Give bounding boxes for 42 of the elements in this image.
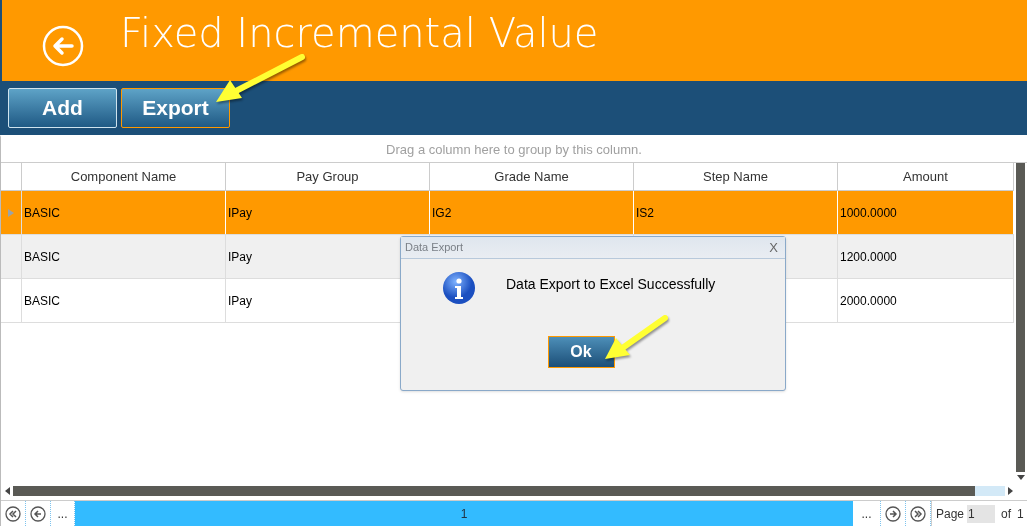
ellipsis-button[interactable]: ... (57, 504, 68, 523)
ok-button[interactable]: Ok (547, 336, 615, 368)
group-hint: Drag a column here to group by this column. (1, 137, 1027, 163)
scroll-left-icon[interactable] (5, 487, 10, 495)
table-row[interactable]: BASIC IPay IG2 IS2 1000.0000 (1, 191, 1014, 235)
page-title: Fixed Incremental Value (120, 12, 599, 53)
table-cell-text: 1000.0000 (840, 204, 897, 222)
page-number-field[interactable]: 1 (967, 504, 996, 523)
total-pages: 1 (1017, 505, 1024, 523)
page-label: Page (936, 505, 965, 523)
close-button[interactable]: X (766, 237, 781, 258)
first-page-icon[interactable] (5, 505, 21, 522)
vertical-scrollbar[interactable] (1016, 163, 1025, 472)
column-header[interactable]: Amount (838, 163, 1014, 190)
table-cell-text: IPay (228, 204, 252, 222)
toolbar-button[interactable]: Add (8, 88, 117, 128)
table-cell-text: BASIC (24, 248, 60, 266)
table-cell-text: 1200.0000 (840, 248, 897, 266)
info-icon (442, 271, 476, 305)
column-header[interactable]: Component Name (22, 163, 226, 190)
column-header[interactable]: Grade Name (430, 163, 634, 190)
last-page-icon[interactable] (910, 505, 926, 522)
next-page-icon[interactable] (885, 505, 901, 522)
table-cell-text: 2000.0000 (840, 292, 897, 310)
ellipsis-button[interactable]: ... (861, 504, 872, 523)
page-button[interactable]: 1 (75, 501, 853, 526)
horizontal-scrollbar[interactable] (13, 486, 1005, 496)
column-header[interactable]: Pay Group (226, 163, 430, 190)
column-header[interactable]: Step Name (634, 163, 838, 190)
scroll-right-icon[interactable] (1008, 487, 1013, 495)
table-cell-text: BASIC (24, 204, 60, 222)
dialog-title: Data Export (405, 240, 464, 256)
previous-page-icon[interactable] (30, 505, 46, 522)
table-cell-text: BASIC (24, 292, 60, 310)
of-label: of (1001, 505, 1012, 523)
table-cell-text: IS2 (636, 204, 654, 222)
toolbar-button[interactable]: Export (121, 88, 230, 128)
row-indicator-icon (8, 208, 14, 217)
table-cell-text: IPay (228, 292, 252, 310)
table-cell-text: IPay (228, 248, 252, 266)
scroll-down-icon[interactable] (1016, 475, 1025, 481)
table-cell-text: IG2 (432, 204, 452, 222)
